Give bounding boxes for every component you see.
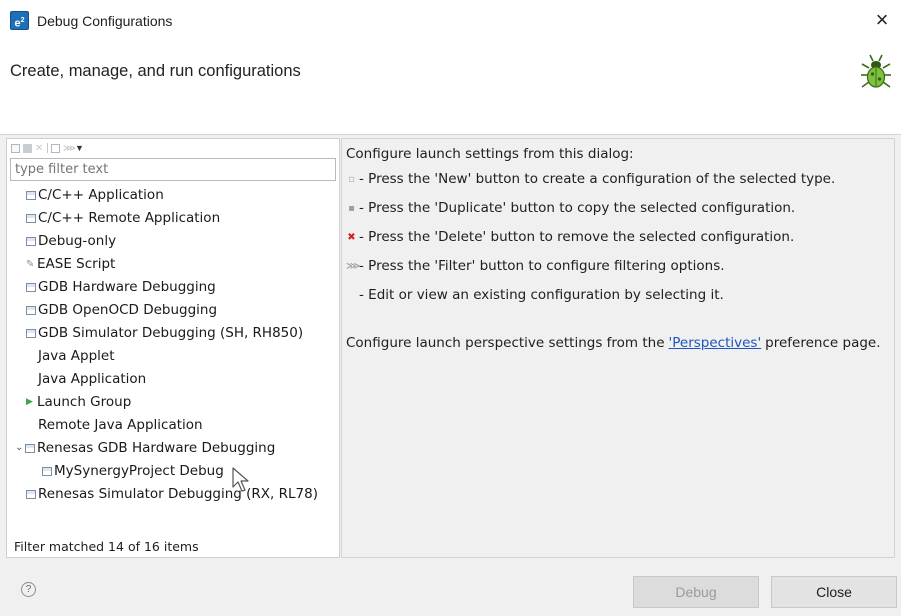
config-type-icon <box>26 236 36 246</box>
tree-item-label: GDB OpenOCD Debugging <box>38 302 218 318</box>
tree-item-label: C/C++ Application <box>38 187 164 203</box>
help-line-delete: ✖ - Press the 'Delete' button to remove … <box>346 229 794 245</box>
tree-item-label: Renesas Simulator Debugging (RX, RL78) <box>38 486 318 502</box>
collapse-all-icon[interactable] <box>51 143 60 153</box>
page-title: Create, manage, and run configurations <box>10 62 301 80</box>
help-line-text: - Press the 'Duplicate' button to copy t… <box>359 200 796 216</box>
help-line-text: - Press the 'Filter' button to configure… <box>359 258 725 274</box>
script-icon: ✎ <box>26 258 35 270</box>
tree-item-label: Launch Group <box>37 394 132 410</box>
tree-item-ease-script[interactable]: ✎ EASE Script <box>26 253 115 275</box>
config-type-icon <box>26 282 36 292</box>
config-type-icon <box>26 489 36 499</box>
delete-icon[interactable]: ✕ <box>35 143 44 153</box>
help-line-edit: - Edit or view an existing configuration… <box>346 287 724 303</box>
close-icon[interactable]: × <box>871 9 893 33</box>
app-icon: e2 <box>10 11 29 30</box>
perspectives-link[interactable]: 'Perspectives' <box>669 335 762 351</box>
dialog-header: Create, manage, and run configurations <box>0 44 901 135</box>
filter-input[interactable] <box>10 158 336 181</box>
config-type-icon <box>26 305 36 315</box>
tree-item-label: Java Application <box>38 371 147 387</box>
new-config-icon[interactable] <box>11 143 20 153</box>
close-button[interactable]: Close <box>771 576 897 608</box>
tree-item-launch-group[interactable]: ▶ Launch Group <box>26 391 131 413</box>
tree-item-label: GDB Simulator Debugging (SH, RH850) <box>38 325 304 341</box>
duplicate-icon: ▪ <box>348 202 355 214</box>
chevron-down-icon[interactable]: ⌄ <box>15 437 24 459</box>
configuration-details-panel: Configure launch settings from this dial… <box>341 138 895 558</box>
app-icon-sup: 2 <box>20 17 25 24</box>
perspective-suffix: preference page. <box>765 335 881 351</box>
tree-item-java-applet[interactable]: Java Applet <box>38 345 115 367</box>
view-menu-icon[interactable]: ▼ <box>75 143 84 153</box>
tree-item-debug-only[interactable]: Debug-only <box>26 230 116 252</box>
tree-item-gdb-openocd-debugging[interactable]: GDB OpenOCD Debugging <box>26 299 217 321</box>
debug-button[interactable]: Debug <box>633 576 759 608</box>
launch-group-icon: ▶ <box>26 396 33 407</box>
intro-text: Configure launch settings from this dial… <box>346 146 634 162</box>
config-type-icon <box>26 328 36 338</box>
tree-item-cpp-remote-application[interactable]: C/C++ Remote Application <box>26 207 220 229</box>
tree-item-label: GDB Hardware Debugging <box>38 279 216 295</box>
help-line-text: - Press the 'Delete' button to remove th… <box>359 229 795 245</box>
tree-item-mysynergyproject-debug[interactable]: MySynergyProject Debug <box>42 460 224 482</box>
help-line-filter: ⋙ - Press the 'Filter' button to configu… <box>346 258 725 274</box>
tree-item-label: EASE Script <box>37 256 116 272</box>
filter-status: Filter matched 14 of 16 items <box>14 539 199 554</box>
help-icon[interactable]: ? <box>21 582 36 597</box>
perspective-prefix: Configure launch perspective settings fr… <box>346 335 665 351</box>
tree-item-label: Java Applet <box>38 348 115 364</box>
duplicate-icon[interactable] <box>23 143 32 153</box>
tree-item-label: C/C++ Remote Application <box>38 210 221 226</box>
tree-item-label: Debug-only <box>38 233 117 249</box>
filter-icon: ⋙ <box>346 260 361 272</box>
tree-item-label: Remote Java Application <box>38 417 203 433</box>
config-type-icon <box>25 443 35 453</box>
config-type-icon <box>26 213 36 223</box>
help-line-text: - Edit or view an existing configuration… <box>359 287 724 303</box>
config-icon <box>42 466 52 476</box>
help-line-new: ▫ - Press the 'New' button to create a c… <box>346 171 835 187</box>
title-bar: e2 Debug Configurations × <box>0 0 901 44</box>
help-line-duplicate: ▪ - Press the 'Duplicate' button to copy… <box>346 200 795 216</box>
tree-item-gdb-simulator-debugging[interactable]: GDB Simulator Debugging (SH, RH850) <box>26 322 303 344</box>
tree-item-renesas-gdb-hardware-debugging[interactable]: ⌄ Renesas GDB Hardware Debugging <box>15 437 275 459</box>
tree-item-cpp-application[interactable]: C/C++ Application <box>26 184 164 206</box>
tree-item-label: Renesas GDB Hardware Debugging <box>37 440 276 456</box>
bug-icon <box>861 54 891 88</box>
tree-item-label: MySynergyProject Debug <box>54 463 224 479</box>
config-type-icon <box>26 190 36 200</box>
filter-icon[interactable]: ⋙ <box>63 143 76 153</box>
tree-item-renesas-simulator-debugging[interactable]: Renesas Simulator Debugging (RX, RL78) <box>26 483 318 505</box>
window-title: Debug Configurations <box>37 13 173 29</box>
configuration-list-panel: ✕ ⋙ ▼ C/C++ Application C/C++ Remote App… <box>6 138 340 558</box>
config-toolbar: ✕ ⋙ ▼ <box>11 142 84 154</box>
new-icon: ▫ <box>348 173 355 185</box>
tree-item-java-application[interactable]: Java Application <box>38 368 146 390</box>
perspective-text: Configure launch perspective settings fr… <box>346 335 881 351</box>
mouse-cursor-icon <box>232 467 249 492</box>
delete-icon: ✖ <box>347 231 356 243</box>
toolbar-separator <box>47 143 48 153</box>
tree-item-gdb-hardware-debugging[interactable]: GDB Hardware Debugging <box>26 276 216 298</box>
tree-item-remote-java-application[interactable]: Remote Java Application <box>38 414 203 436</box>
help-line-text: - Press the 'New' button to create a con… <box>359 171 836 187</box>
